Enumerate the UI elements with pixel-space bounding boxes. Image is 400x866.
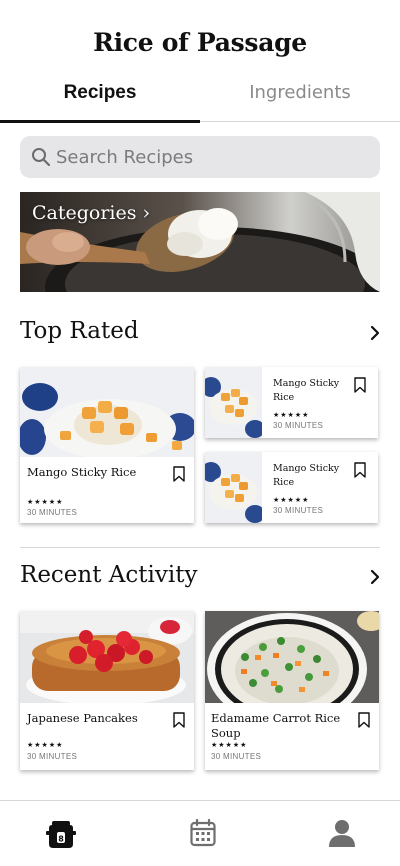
recent-activity-title: Recent Activity (20, 562, 198, 588)
search-input[interactable] (56, 136, 366, 178)
cook-time: 30 MINUTES (211, 752, 262, 761)
profile-icon[interactable] (329, 819, 355, 847)
top-rated-card-3[interactable]: Mango Sticky Rice ★★★★★ 30 MINUTES (205, 452, 378, 523)
categories-banner[interactable]: Categories › (20, 192, 380, 292)
tab-recipes[interactable]: Recipes (0, 82, 200, 104)
rice-cooker-icon[interactable]: 8 (46, 819, 76, 849)
cook-time: 30 MINUTES (27, 752, 78, 761)
rating-stars: ★★★★★ (273, 412, 310, 419)
rating-stars: ★★★★★ (211, 742, 248, 749)
bottom-nav: 8 (0, 800, 400, 866)
rating-stars: ★★★★★ (273, 497, 310, 504)
rating-stars: ★★★★★ (27, 499, 64, 506)
cook-time: 30 MINUTES (27, 508, 78, 517)
edamame-carrot-rice-soup-image (205, 611, 379, 703)
search-icon (32, 148, 51, 167)
tab-ingredients[interactable]: Ingredients (200, 82, 400, 103)
recent-activity-chevron-icon[interactable] (370, 569, 380, 585)
bookmark-icon[interactable] (354, 377, 366, 393)
calendar-icon[interactable] (190, 819, 216, 847)
top-rated-title: Top Rated (20, 318, 139, 344)
mango-sticky-rice-image (20, 367, 194, 457)
svg-text:8: 8 (58, 835, 64, 844)
mango-sticky-rice-image (205, 452, 262, 523)
recent-card-2[interactable]: Edamame Carrot Rice Soup ★★★★★ 30 MINUTE… (205, 611, 379, 770)
top-rated-chevron-icon[interactable] (370, 325, 380, 341)
cook-time: 30 MINUTES (273, 506, 324, 515)
cook-time: 30 MINUTES (273, 421, 324, 430)
tab-bar: Recipes Ingredients (0, 76, 400, 123)
categories-label: Categories › (32, 202, 151, 224)
card-title: Japanese Pancakes (27, 711, 138, 725)
top-rated-card-1[interactable]: Mango Sticky Rice ★★★★★ 30 MINUTES (20, 367, 194, 523)
recent-card-1[interactable]: Japanese Pancakes ★★★★★ 30 MINUTES (20, 611, 194, 770)
mango-sticky-rice-image (205, 367, 262, 438)
app-title: Rice of Passage (93, 28, 307, 57)
card-title: Mango Sticky Rice (27, 465, 137, 479)
active-tab-indicator (0, 120, 200, 123)
rating-stars: ★★★★★ (27, 742, 64, 749)
bookmark-icon[interactable] (354, 462, 366, 478)
card-title: Mango Sticky Rice (273, 378, 340, 403)
card-title: Edamame Carrot Rice Soup (211, 711, 341, 740)
card-title: Mango Sticky Rice (273, 463, 340, 488)
bookmark-icon[interactable] (173, 712, 185, 728)
japanese-pancakes-image (20, 611, 194, 703)
section-divider (20, 547, 380, 548)
bookmark-icon[interactable] (173, 466, 185, 482)
bookmark-icon[interactable] (358, 712, 370, 728)
top-rated-card-2[interactable]: Mango Sticky Rice ★★★★★ 30 MINUTES (205, 367, 378, 438)
search-bar[interactable] (20, 136, 380, 178)
